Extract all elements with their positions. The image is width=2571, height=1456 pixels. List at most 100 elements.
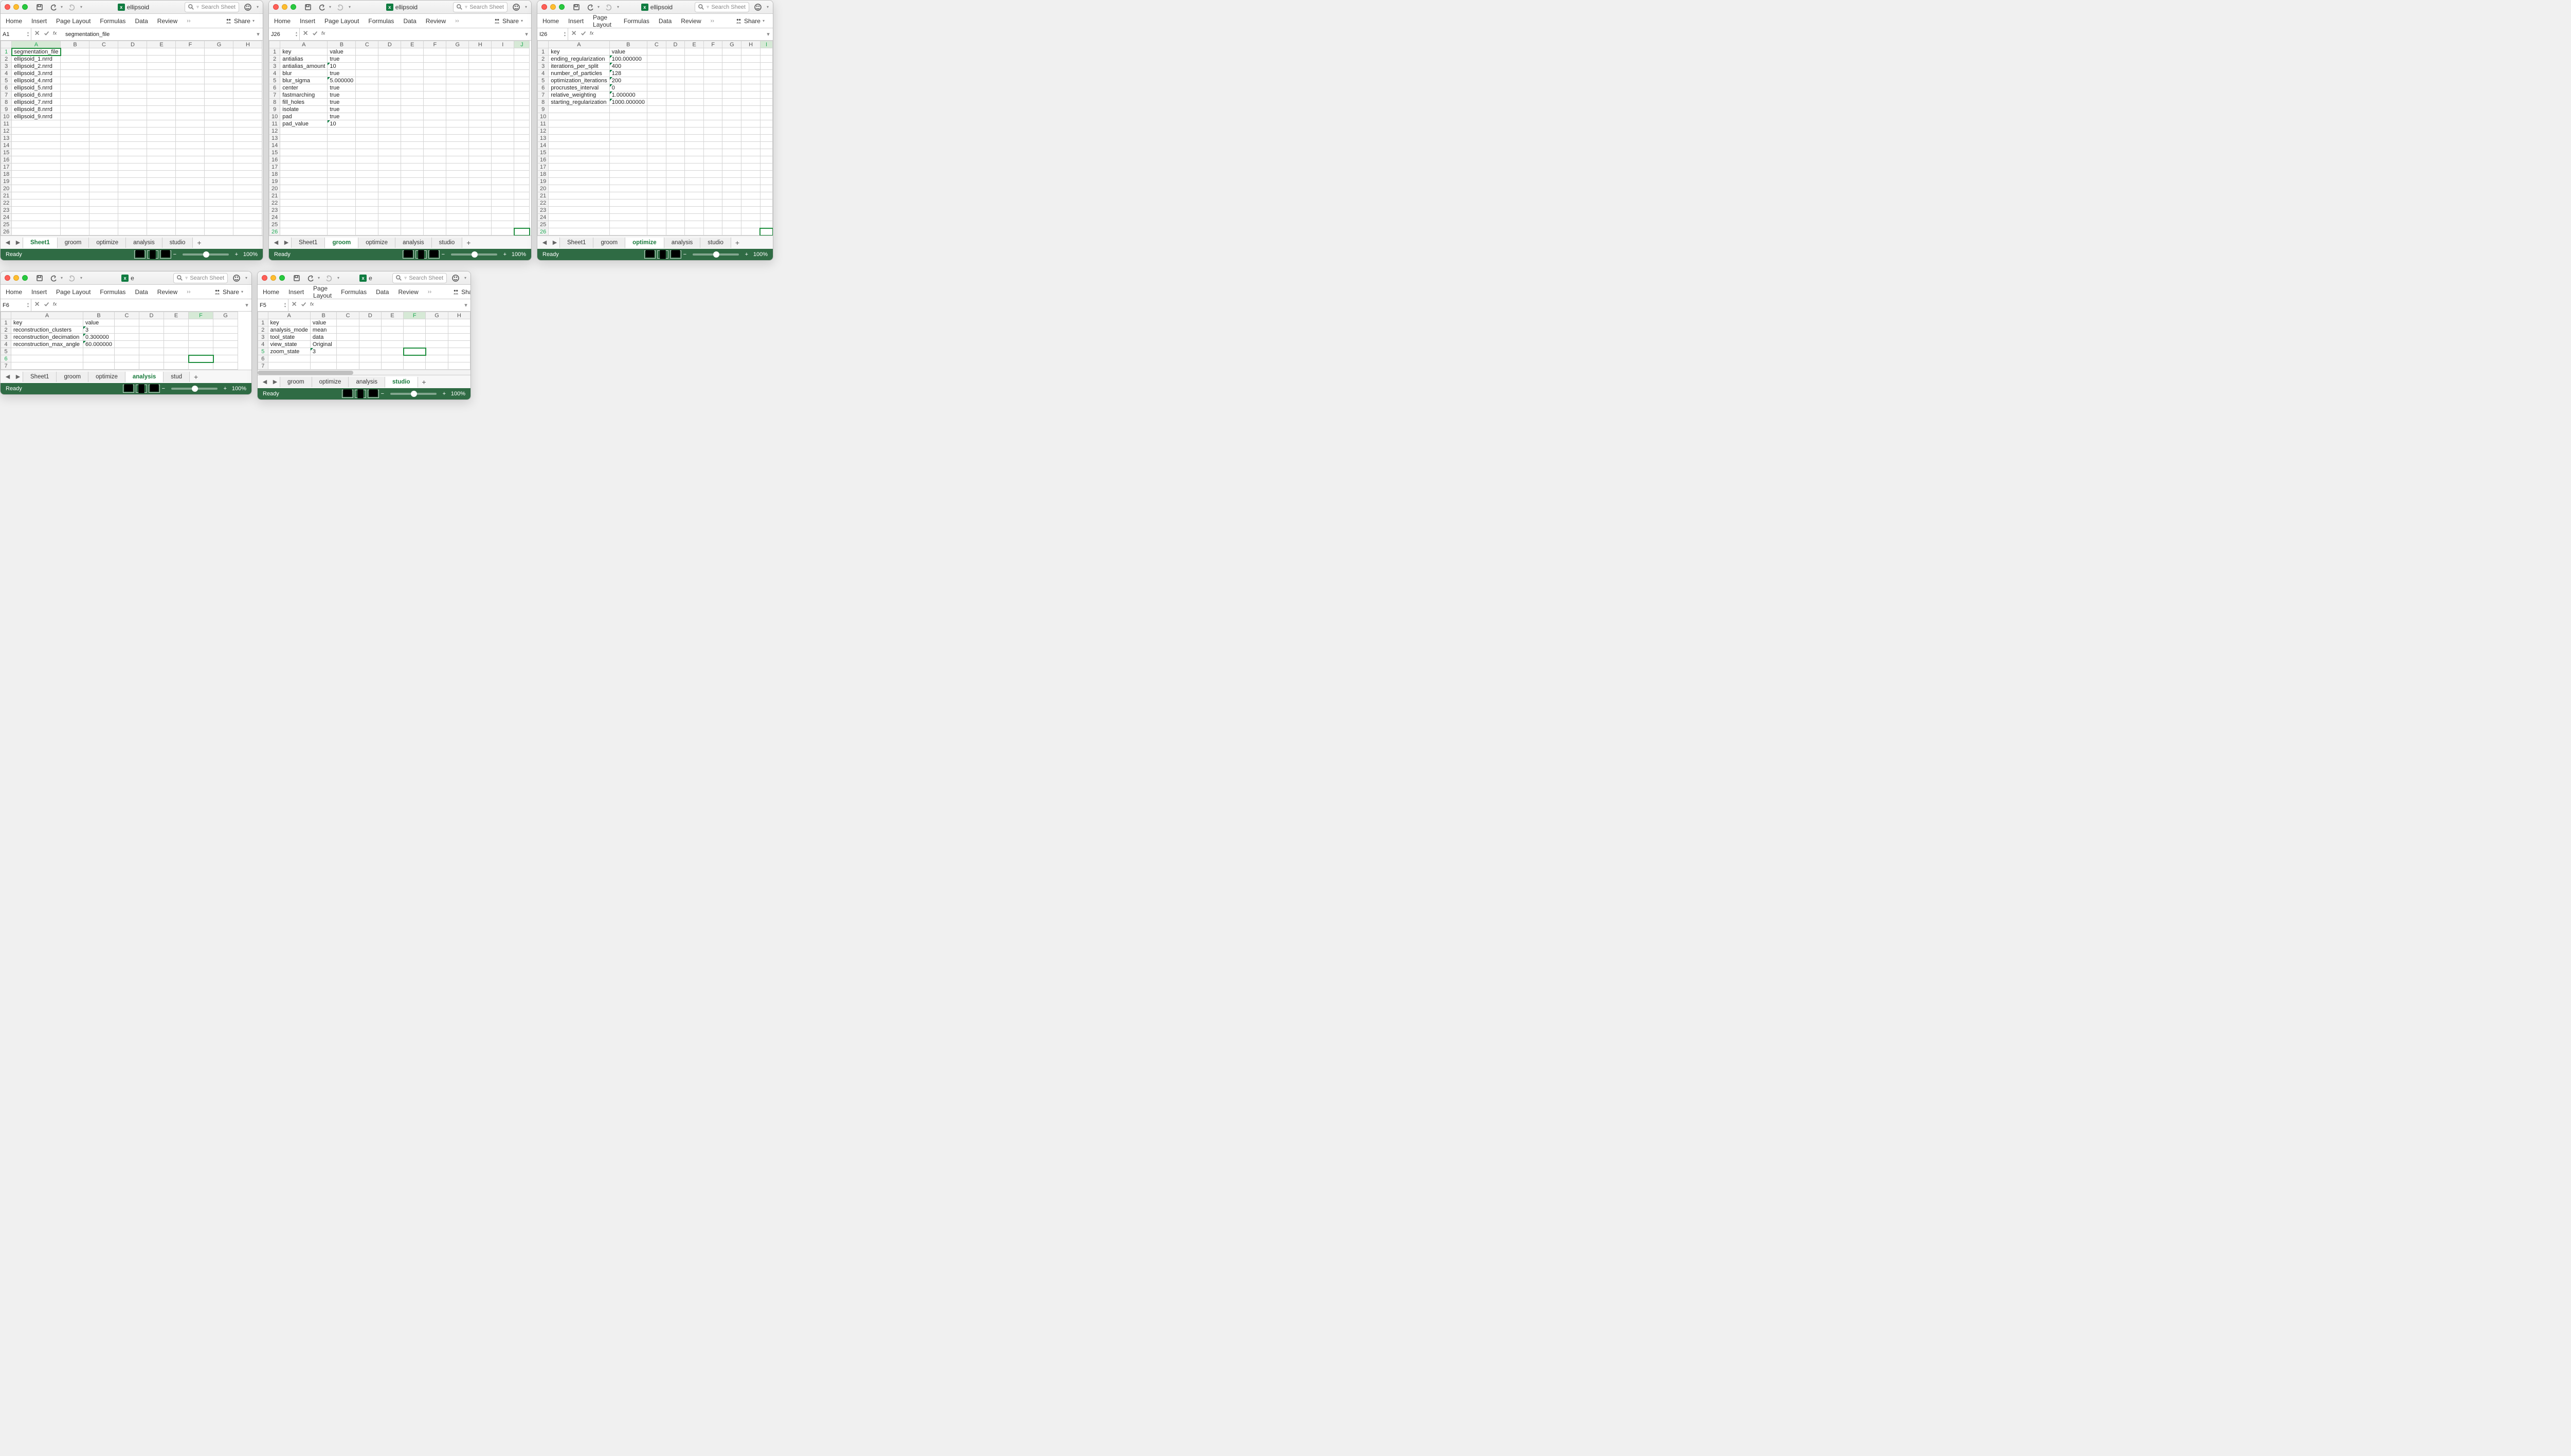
cell-G26[interactable]: [446, 228, 469, 235]
cell-B21[interactable]: [61, 192, 89, 199]
row-header-10[interactable]: 10: [1, 113, 12, 120]
cell-I20[interactable]: [760, 185, 772, 192]
sheet-tab-groom[interactable]: groom: [593, 238, 625, 248]
cell-F11[interactable]: [424, 120, 446, 128]
cancel-formula-button[interactable]: [571, 30, 577, 38]
cell-G5[interactable]: [213, 348, 238, 355]
ribbon-tab-review[interactable]: Review: [681, 17, 701, 25]
cell-F19[interactable]: [703, 178, 722, 185]
cell-A24[interactable]: [12, 214, 61, 221]
cell-E22[interactable]: [147, 199, 176, 207]
cell-I1[interactable]: [760, 48, 772, 56]
cell-H17[interactable]: [469, 163, 492, 171]
row-header-22[interactable]: 22: [269, 199, 280, 207]
column-header-G[interactable]: G: [426, 312, 448, 319]
cell-H10[interactable]: [469, 113, 492, 120]
cell-E23[interactable]: [685, 207, 704, 214]
row-header-2[interactable]: 2: [258, 326, 268, 334]
row-header-3[interactable]: 3: [538, 63, 549, 70]
cell-G4[interactable]: [722, 70, 741, 77]
cell-D22[interactable]: [118, 199, 147, 207]
row-header-2[interactable]: 2: [538, 56, 549, 63]
spreadsheet-grid[interactable]: ABCDEFGH1segmentation_file2ellipsoid_1.n…: [1, 41, 263, 235]
cell-G11[interactable]: [722, 120, 741, 128]
cell-F8[interactable]: [424, 99, 446, 106]
zoom-slider[interactable]: [451, 253, 497, 256]
ribbon-more[interactable]: ››: [428, 289, 431, 295]
cell-H25[interactable]: [233, 221, 262, 228]
cell-F4[interactable]: [424, 70, 446, 77]
cell-J22[interactable]: [514, 199, 530, 207]
name-box[interactable]: F6 ▴▾: [1, 299, 31, 311]
cell-E16[interactable]: [147, 156, 176, 163]
column-header-H[interactable]: H: [469, 41, 492, 48]
cell-G13[interactable]: [446, 135, 469, 142]
cell-D6[interactable]: [118, 84, 147, 92]
cell-C18[interactable]: [356, 171, 378, 178]
cell-A12[interactable]: [12, 128, 61, 135]
cell-H2[interactable]: [448, 326, 470, 334]
cell-H17[interactable]: [233, 163, 262, 171]
cell-B17[interactable]: [609, 163, 647, 171]
cell-G8[interactable]: [205, 99, 233, 106]
cell-A13[interactable]: [549, 135, 609, 142]
row-header-24[interactable]: 24: [538, 214, 549, 221]
cell-D9[interactable]: [378, 106, 401, 113]
cell-B9[interactable]: true: [328, 106, 356, 113]
cell-B13[interactable]: [61, 135, 89, 142]
cell-H2[interactable]: [741, 56, 761, 63]
cell-F9[interactable]: [424, 106, 446, 113]
cell-C21[interactable]: [356, 192, 378, 199]
row-header-2[interactable]: 2: [1, 326, 11, 334]
confirm-formula-button[interactable]: [44, 301, 50, 309]
cell-G19[interactable]: [205, 178, 233, 185]
column-header-G[interactable]: G: [722, 41, 741, 48]
cell-D7[interactable]: [139, 362, 164, 370]
cell-D10[interactable]: [666, 113, 685, 120]
cell-G4[interactable]: [205, 70, 233, 77]
cell-C16[interactable]: [356, 156, 378, 163]
zoom-window-button[interactable]: [291, 4, 296, 10]
cell-F10[interactable]: [424, 113, 446, 120]
cell-C6[interactable]: [115, 355, 139, 362]
cell-C5[interactable]: [89, 77, 118, 84]
sheet-tab-analysis[interactable]: analysis: [348, 377, 385, 387]
cell-C19[interactable]: [647, 178, 666, 185]
cell-E7[interactable]: [381, 362, 403, 370]
cell-B26[interactable]: [61, 228, 89, 235]
cell-F1[interactable]: [404, 319, 426, 326]
row-header-20[interactable]: 20: [269, 185, 280, 192]
cell-G13[interactable]: [205, 135, 233, 142]
cell-G17[interactable]: [446, 163, 469, 171]
cell-E1[interactable]: [401, 48, 424, 56]
cell-E11[interactable]: [401, 120, 424, 128]
cell-B4[interactable]: [61, 70, 89, 77]
cell-F25[interactable]: [703, 221, 722, 228]
cell-A19[interactable]: [12, 178, 61, 185]
cell-A17[interactable]: [280, 163, 328, 171]
cell-H9[interactable]: [233, 106, 262, 113]
cell-B20[interactable]: [61, 185, 89, 192]
sheet-tab-groom[interactable]: groom: [324, 238, 358, 248]
cell-A23[interactable]: [280, 207, 328, 214]
cell-G12[interactable]: [722, 128, 741, 135]
cell-A8[interactable]: fill_holes: [280, 99, 328, 106]
cell-F25[interactable]: [424, 221, 446, 228]
zoom-in-button[interactable]: +: [743, 251, 750, 258]
cell-F3[interactable]: [404, 334, 426, 341]
cell-F3[interactable]: [189, 334, 213, 341]
save-button[interactable]: [34, 273, 45, 283]
feedback-button[interactable]: [511, 2, 522, 12]
cell-C22[interactable]: [89, 199, 118, 207]
row-header-22[interactable]: 22: [538, 199, 549, 207]
cell-C4[interactable]: [337, 341, 359, 348]
row-header-18[interactable]: 18: [269, 171, 280, 178]
cell-F2[interactable]: [424, 56, 446, 63]
cell-C2[interactable]: [356, 56, 378, 63]
cell-F15[interactable]: [176, 149, 205, 156]
cell-A4[interactable]: view_state: [268, 341, 310, 348]
ribbon-tab-page layout[interactable]: Page Layout: [313, 285, 332, 299]
normal-view-button[interactable]: [403, 250, 414, 259]
cell-D2[interactable]: [378, 56, 401, 63]
cell-C13[interactable]: [89, 135, 118, 142]
